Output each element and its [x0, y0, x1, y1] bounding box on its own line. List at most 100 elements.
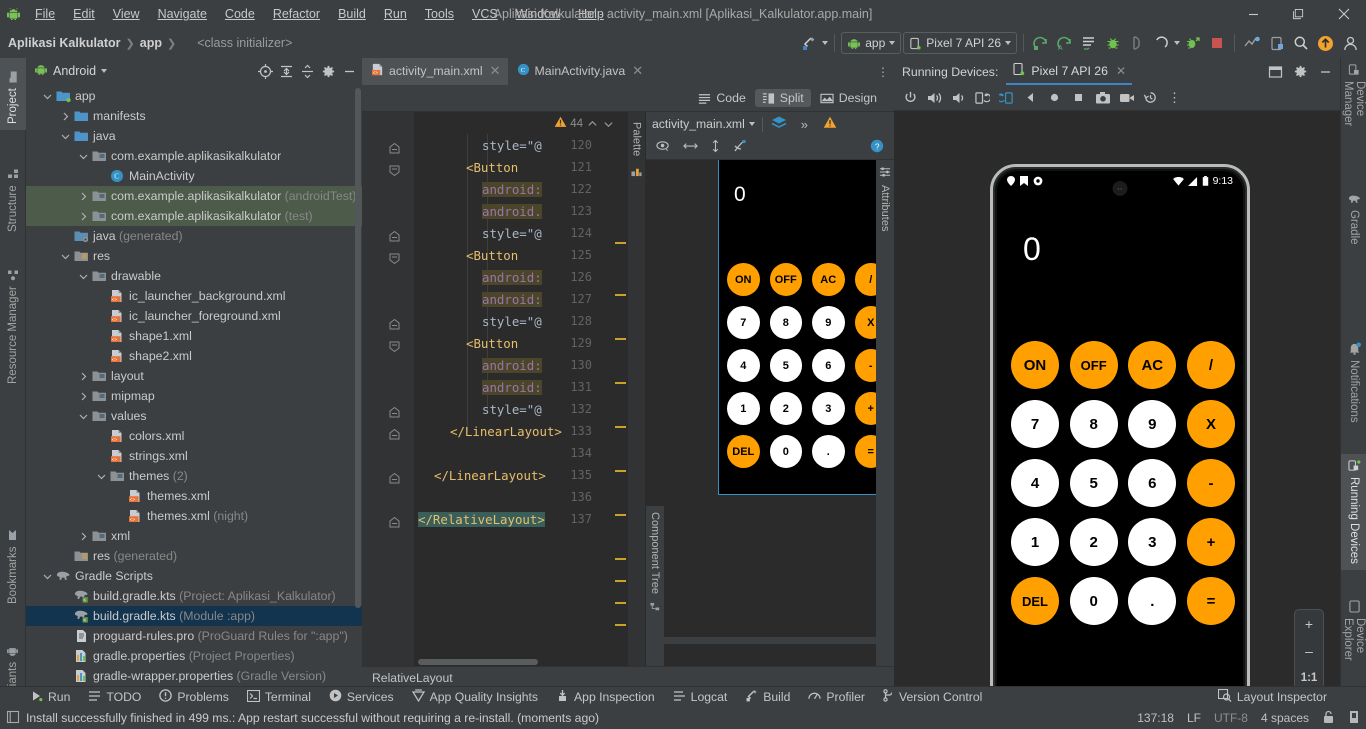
rotate-left-icon[interactable]: [972, 87, 993, 108]
menu-tools[interactable]: Tools: [416, 0, 463, 28]
tree-row[interactable]: Kbuild.gradle.kts (Project: Aplikasi_Kal…: [26, 586, 362, 606]
calculator-key-4[interactable]: 4: [727, 349, 760, 382]
calculator-key-off[interactable]: OFF: [769, 263, 802, 296]
tool-window-profiler[interactable]: Profiler: [799, 687, 874, 708]
code-line[interactable]: </LinearLayout>: [418, 424, 562, 439]
tree-row[interactable]: com.example.aplikasikalkulator (androidT…: [26, 186, 362, 206]
mode-split[interactable]: Split: [754, 89, 811, 107]
calculator-key-on[interactable]: ON: [727, 263, 760, 296]
indent-setting[interactable]: 4 spaces: [1261, 711, 1309, 725]
tool-window-version-control[interactable]: Version Control: [874, 687, 991, 708]
calculator-key-del[interactable]: DEL: [727, 435, 760, 468]
code-line[interactable]: android.: [418, 204, 542, 219]
tool-window-app-quality-insights[interactable]: App Quality Insights: [403, 687, 547, 708]
tree-row[interactable]: <> ic_launcher_foreground.xml: [26, 306, 362, 326]
sidebar-item-running-devices[interactable]: Running Devices: [1341, 454, 1366, 570]
tab-activity-main-xml[interactable]: <> activity_main.xml ✕: [362, 58, 508, 85]
mode-design[interactable]: Design: [813, 89, 884, 107]
code-fold-icon[interactable]: [389, 230, 400, 242]
expand-all-icon[interactable]: [277, 62, 295, 80]
tool-window-problems[interactable]: Problems: [150, 687, 237, 708]
tree-row[interactable]: <> themes.xml (night): [26, 506, 362, 526]
calculator-key-2[interactable]: 2: [1069, 518, 1118, 566]
attributes-label[interactable]: Attributes: [879, 185, 891, 231]
zoom-in-button[interactable]: +: [1297, 614, 1321, 634]
code-fold-icon[interactable]: [389, 164, 400, 177]
tree-row[interactable]: drawable: [26, 266, 362, 286]
calculator-key-8[interactable]: 8: [1069, 400, 1118, 448]
calculator-key-1[interactable]: 1: [727, 392, 760, 425]
back-icon[interactable]: [1020, 87, 1041, 108]
screen-record-icon[interactable]: [1116, 87, 1137, 108]
rotate-right-icon[interactable]: [996, 87, 1017, 108]
tool-window-app-inspection[interactable]: App Inspection: [547, 687, 664, 708]
design-overflow-icon[interactable]: »: [801, 117, 808, 132]
tool-window-logcat[interactable]: Logcat: [664, 687, 737, 708]
calculator-key-7[interactable]: 7: [1011, 400, 1059, 448]
sidebar-item-device-explorer[interactable]: Device Explorer: [1341, 594, 1366, 698]
make-project-icon[interactable]: [798, 32, 820, 54]
tree-row[interactable]: java (generated): [26, 226, 362, 246]
sidebar-item-device-manager[interactable]: Device Manager: [1341, 58, 1366, 166]
menu-run[interactable]: Run: [375, 0, 416, 28]
code-fold-icon[interactable]: [389, 252, 400, 265]
palette-icon[interactable]: [631, 166, 642, 180]
tree-twisty-icon[interactable]: [76, 532, 90, 541]
design-file-selector[interactable]: activity_main.xml: [652, 117, 755, 131]
horizontal-resize-icon[interactable]: [683, 140, 698, 155]
calculator-key-on[interactable]: ON: [1011, 341, 1059, 389]
calculator-key-4[interactable]: 4: [1011, 459, 1059, 507]
device-history-icon[interactable]: [1140, 87, 1161, 108]
select-opened-file-icon[interactable]: [256, 62, 274, 80]
read-only-lock-icon[interactable]: [1322, 710, 1335, 727]
device-manager-icon[interactable]: [1266, 32, 1288, 54]
collapse-all-icon[interactable]: [298, 62, 316, 80]
calculator-key-6[interactable]: 6: [812, 349, 845, 382]
gear-icon[interactable]: [319, 62, 337, 80]
device-selector[interactable]: Pixel 7 API 26: [903, 32, 1017, 54]
code-editor[interactable]: 44 119120style="@121<Button122android:12…: [362, 112, 628, 666]
profile-button[interactable]: [1182, 32, 1204, 54]
calculator-key-3[interactable]: 3: [812, 392, 845, 425]
tree-row[interactable]: <> strings.xml: [26, 446, 362, 466]
tree-row[interactable]: manifests: [26, 106, 362, 126]
layout-preview-device[interactable]: 0 ON OFF AC/7 8 9 X 4 5 6-1 2 3 + DEL 0. =: [718, 160, 887, 495]
tree-row[interactable]: <> themes.xml: [26, 486, 362, 506]
emulator-canvas[interactable]: 9:13 0 ON OFF AC/7 8 9 X 4 5 6-1 2 3 + DEL 0. =: [894, 111, 1340, 726]
tree-twisty-icon[interactable]: [76, 392, 90, 401]
tree-row[interactable]: C MainActivity: [26, 166, 362, 186]
memory-indicator-icon[interactable]: [1348, 710, 1360, 727]
code-line[interactable]: </RelativeLayout>: [418, 512, 545, 527]
menu-file[interactable]: File: [26, 0, 64, 28]
tool-window-run[interactable]: Run: [22, 687, 79, 708]
volume-down-icon[interactable]: [948, 87, 969, 108]
code-fold-icon[interactable]: [389, 340, 400, 353]
breadcrumb-class-initializer[interactable]: <class initializer>: [197, 36, 292, 50]
tree-twisty-icon[interactable]: [58, 112, 72, 121]
tree-twisty-icon[interactable]: [76, 272, 90, 281]
tree-row[interactable]: app: [26, 86, 362, 106]
tree-row[interactable]: xml: [26, 526, 362, 546]
menu-code[interactable]: Code: [216, 0, 264, 28]
calculator-key-off[interactable]: OFF: [1069, 341, 1118, 389]
line-separator[interactable]: LF: [1187, 711, 1201, 725]
search-icon[interactable]: [1290, 32, 1312, 54]
next-warning-icon[interactable]: [602, 118, 615, 130]
tree-row[interactable]: com.example.aplikasikalkulator: [26, 146, 362, 166]
tree-twisty-icon[interactable]: [94, 472, 108, 481]
code-fold-icon[interactable]: [389, 406, 400, 418]
tree-row[interactable]: mipmap: [26, 386, 362, 406]
calculator-key-ac[interactable]: AC: [1128, 341, 1177, 389]
tree-row[interactable]: Kbuild.gradle.kts (Module :app): [26, 606, 362, 626]
tool-window-services[interactable]: Services: [320, 687, 403, 708]
tree-row[interactable]: themes (2): [26, 466, 362, 486]
sidebar-item-resource-manager[interactable]: Resource Manager: [0, 258, 26, 390]
overview-icon[interactable]: [1068, 87, 1089, 108]
tree-row[interactable]: layout: [26, 366, 362, 386]
status-event-log-icon[interactable]: [6, 710, 20, 727]
editor-horizontal-scrollbar-track[interactable]: [646, 637, 894, 644]
calculator-key-equals[interactable]: =: [1186, 577, 1235, 625]
run-button[interactable]: [1030, 32, 1052, 54]
sidebar-item-bookmarks[interactable]: Bookmarks: [0, 524, 26, 610]
emulator-screen[interactable]: 9:13 0 ON OFF AC/7 8 9 X 4 5 6-1 2 3 + DEL 0. =: [997, 171, 1243, 719]
